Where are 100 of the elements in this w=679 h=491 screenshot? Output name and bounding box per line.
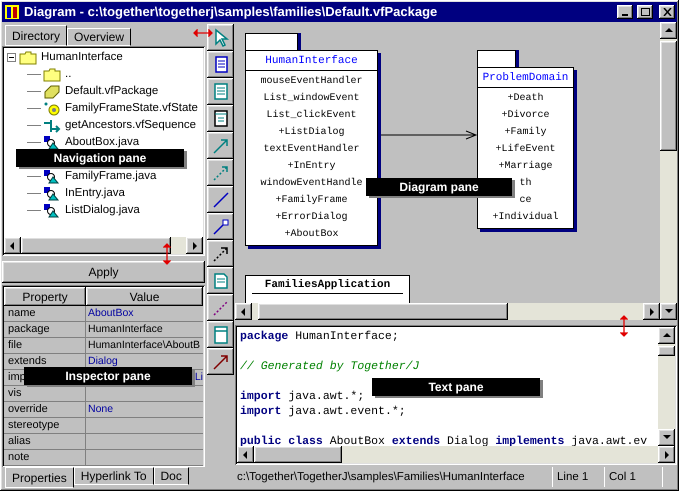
horizontal-scrollbar[interactable] bbox=[4, 237, 203, 254]
class-title: FamiliesApplication bbox=[252, 276, 403, 294]
package-node[interactable]: ProblemDomain +Death +Divorce +Family +LifeEvent +Marriage th ce +Individual bbox=[477, 67, 574, 229]
class-icon bbox=[43, 136, 61, 150]
minimize-button[interactable] bbox=[617, 5, 633, 19]
scroll-up-button[interactable] bbox=[658, 327, 675, 344]
member-label: +AboutBox bbox=[283, 228, 340, 242]
close-button[interactable] bbox=[659, 5, 675, 19]
scroll-down-button[interactable] bbox=[660, 303, 677, 320]
property-value[interactable]: Dialog bbox=[88, 354, 118, 369]
vertical-scrollbar[interactable] bbox=[658, 327, 675, 446]
line-icon bbox=[210, 216, 230, 236]
scroll-thumb[interactable] bbox=[254, 446, 342, 463]
member-label: +ListDialog bbox=[277, 126, 346, 140]
property-value[interactable]: None bbox=[88, 402, 114, 417]
tab[interactable]: Directory bbox=[5, 25, 68, 46]
code-line: // Generated by Together/J bbox=[240, 360, 420, 373]
tool-button[interactable] bbox=[207, 159, 234, 186]
apply-button[interactable]: Apply bbox=[2, 261, 205, 283]
scroll-left-button[interactable] bbox=[237, 446, 254, 463]
property-name: vis bbox=[8, 387, 22, 399]
tool-button[interactable] bbox=[207, 105, 234, 132]
status-path: c:\Together\TogetherJ\samples\Families\HumanInterface bbox=[235, 467, 553, 487]
scroll-up-button[interactable] bbox=[660, 22, 677, 39]
horizontal-scrollbar[interactable] bbox=[237, 446, 675, 463]
member-label: th bbox=[518, 176, 532, 191]
column-header[interactable]: Property bbox=[4, 287, 86, 306]
resize-arrow-icon bbox=[163, 243, 171, 265]
tree-item[interactable]: InEntry.java bbox=[65, 184, 125, 202]
tree-item[interactable]: HumanInterface bbox=[41, 48, 123, 66]
scroll-thumb[interactable] bbox=[660, 41, 677, 151]
callout-label: Diagram pane bbox=[366, 178, 512, 196]
minus-icon bbox=[8, 54, 15, 61]
tab[interactable]: Doc bbox=[154, 467, 189, 485]
member-label: +LifeEvent bbox=[494, 142, 556, 157]
class-icon bbox=[43, 170, 61, 184]
property-name: note bbox=[8, 451, 30, 463]
tool-button[interactable] bbox=[207, 294, 234, 321]
tool-button[interactable] bbox=[207, 267, 234, 294]
tool-button[interactable] bbox=[207, 348, 234, 375]
scroll-left-button[interactable] bbox=[235, 303, 252, 320]
member-label: ce bbox=[518, 194, 532, 208]
scroll-right-button[interactable] bbox=[643, 303, 660, 320]
member-label: List_windowEvent bbox=[262, 92, 360, 106]
member-label: +ErrorDialog bbox=[274, 210, 348, 225]
tool-button[interactable] bbox=[207, 51, 234, 78]
tree-item[interactable]: FamilyFrameState.vfState bbox=[65, 100, 198, 118]
property-value[interactable]: AboutBox bbox=[88, 306, 134, 321]
tool-button[interactable] bbox=[207, 78, 234, 105]
tool-button[interactable] bbox=[207, 186, 234, 213]
line-icon bbox=[210, 190, 230, 210]
close-icon bbox=[662, 8, 672, 16]
horizontal-scrollbar[interactable] bbox=[235, 303, 660, 320]
column-header[interactable]: Value bbox=[86, 287, 203, 306]
code-line: import java.awt.event.*; bbox=[240, 405, 406, 418]
class-icon bbox=[43, 204, 61, 218]
member-label: +Marriage bbox=[497, 160, 554, 174]
package-title: HumanInterface bbox=[246, 51, 377, 71]
property-value[interactable]: Li bbox=[194, 370, 203, 385]
tool-button[interactable] bbox=[207, 24, 234, 51]
member-label: +FamilyFrame bbox=[274, 194, 348, 208]
scroll-right-button[interactable] bbox=[186, 237, 203, 254]
tree-item[interactable]: AboutBox.java bbox=[65, 134, 140, 152]
member-label: List_clickEvent bbox=[265, 108, 358, 123]
scroll-down-button[interactable] bbox=[658, 429, 675, 446]
tree-item[interactable]: FamilyFrame.java bbox=[65, 168, 156, 186]
tree-item[interactable]: .. bbox=[65, 66, 72, 84]
member-label: +InEntry bbox=[286, 160, 336, 174]
scroll-right-button[interactable] bbox=[658, 446, 675, 463]
tab[interactable]: Overview bbox=[67, 28, 132, 46]
scroll-left-button[interactable] bbox=[4, 237, 21, 254]
member-label: +Divorce bbox=[500, 108, 550, 123]
tool-button[interactable] bbox=[207, 240, 234, 267]
scroll-thumb[interactable] bbox=[21, 237, 171, 254]
tool-button[interactable] bbox=[207, 213, 234, 240]
package-node[interactable]: HumanInterface mouseEventHandler List_windowEvent List_clickEvent +ListDialog textEventHandler +InEntry windowEventHandle +FamilyFrame +ErrorDialog +AboutBox bbox=[245, 50, 378, 246]
maximize-button[interactable] bbox=[637, 5, 653, 19]
scroll-thumb[interactable] bbox=[658, 346, 675, 356]
tool-button[interactable] bbox=[207, 132, 234, 159]
tab[interactable]: Properties bbox=[5, 467, 74, 488]
app-icon bbox=[4, 4, 20, 20]
class-icon bbox=[43, 186, 61, 200]
tree-item[interactable]: ListDialog.java bbox=[65, 202, 140, 220]
state-icon bbox=[43, 102, 61, 116]
collapse-toggle[interactable] bbox=[7, 53, 16, 62]
property-name: alias bbox=[8, 435, 31, 447]
tool-button[interactable] bbox=[207, 321, 234, 348]
tab[interactable]: Hyperlink To bbox=[74, 467, 154, 485]
member-label: +Family bbox=[503, 126, 548, 140]
class-node[interactable]: FamiliesApplication bbox=[245, 275, 410, 303]
property-name: file bbox=[8, 339, 22, 351]
property-value: HumanInterface\AboutB bbox=[88, 338, 200, 353]
member-label: +Death bbox=[506, 92, 544, 106]
property-name: name bbox=[8, 307, 36, 319]
property-name: stereotype bbox=[8, 419, 60, 431]
scroll-thumb[interactable] bbox=[258, 303, 508, 320]
maximize-icon bbox=[640, 8, 650, 16]
tree-item[interactable]: getAncestors.vfSequence bbox=[65, 116, 196, 134]
vertical-scrollbar[interactable] bbox=[660, 22, 677, 320]
tree-item[interactable]: Default.vfPackage bbox=[65, 82, 158, 100]
